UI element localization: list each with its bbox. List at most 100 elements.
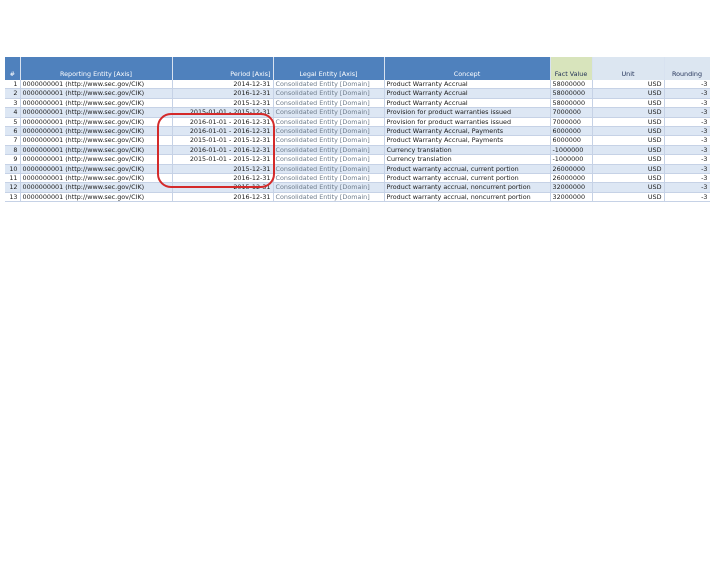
table-row[interactable]: 8 0000000001 (http://www.sec.gov/CIK) 2016… (5, 145, 710, 156)
unit-cell[interactable]: USD (592, 135, 665, 146)
fact-value-cell[interactable]: 7000000 (550, 107, 593, 118)
concept-cell[interactable]: Provision for product warranties issued (384, 117, 551, 128)
unit-cell[interactable]: USD (592, 182, 665, 193)
concept-cell[interactable]: Product Warranty Accrual, Payments (384, 126, 551, 137)
row-index-cell[interactable]: 3 (5, 98, 21, 109)
period-cell[interactable]: 2015-01-01 - 2015-12-31 (172, 135, 274, 146)
legal-entity-cell[interactable]: Consolidated Entity [Domain] (273, 126, 385, 137)
reporting-entity-cell[interactable]: 0000000001 (http://www.sec.gov/CIK) (20, 117, 173, 128)
row-index-cell[interactable]: 8 (5, 145, 21, 156)
unit-cell[interactable]: USD (592, 88, 665, 99)
rounding-cell[interactable]: -3 (664, 173, 710, 184)
col-header-reporting-entity[interactable]: Reporting Entity [Axis] (20, 57, 173, 80)
rounding-cell[interactable]: -3 (664, 80, 710, 90)
table-row[interactable]: 4 0000000001 (http://www.sec.gov/CIK) 2015… (5, 107, 710, 118)
reporting-entity-cell[interactable]: 0000000001 (http://www.sec.gov/CIK) (20, 154, 173, 165)
rounding-cell[interactable]: -3 (664, 145, 710, 156)
period-cell[interactable]: 2016-12-31 (172, 173, 274, 184)
period-cell[interactable]: 2015-12-31 (172, 164, 274, 175)
table-row[interactable]: 3 0000000001 (http://www.sec.gov/CIK) 2015… (5, 98, 710, 109)
reporting-entity-cell[interactable]: 0000000001 (http://www.sec.gov/CIK) (20, 145, 173, 156)
legal-entity-cell[interactable]: Consolidated Entity [Domain] (273, 117, 385, 128)
fact-value-cell[interactable]: 58000000 (550, 80, 593, 90)
reporting-entity-cell[interactable]: 0000000001 (http://www.sec.gov/CIK) (20, 164, 173, 175)
unit-cell[interactable]: USD (592, 173, 665, 184)
col-header-fact-value[interactable]: Fact Value (550, 57, 593, 80)
row-index-cell[interactable]: 9 (5, 154, 21, 165)
table-row[interactable]: 1 0000000001 (http://www.sec.gov/CIK) 2014… (5, 80, 710, 90)
row-index-cell[interactable]: 12 (5, 182, 21, 193)
row-index-cell[interactable]: 11 (5, 173, 21, 184)
legal-entity-cell[interactable]: Consolidated Entity [Domain] (273, 135, 385, 146)
legal-entity-cell[interactable]: Consolidated Entity [Domain] (273, 154, 385, 165)
legal-entity-cell[interactable]: Consolidated Entity [Domain] (273, 173, 385, 184)
fact-value-cell[interactable]: 58000000 (550, 88, 593, 99)
table-row[interactable]: 13 0000000001 (http://www.sec.gov/CIK) 201… (5, 192, 710, 203)
fact-value-cell[interactable]: 26000000 (550, 164, 593, 175)
col-header-unit[interactable]: Unit (592, 57, 665, 80)
table-row[interactable]: 10 0000000001 (http://www.sec.gov/CIK) 201… (5, 164, 710, 175)
fact-value-cell[interactable]: 32000000 (550, 182, 593, 193)
col-header-concept[interactable]: Concept (384, 57, 551, 80)
reporting-entity-cell[interactable]: 0000000001 (http://www.sec.gov/CIK) (20, 192, 173, 203)
reporting-entity-cell[interactable]: 0000000001 (http://www.sec.gov/CIK) (20, 182, 173, 193)
rounding-cell[interactable]: -3 (664, 135, 710, 146)
legal-entity-cell[interactable]: Consolidated Entity [Domain] (273, 88, 385, 99)
reporting-entity-cell[interactable]: 0000000001 (http://www.sec.gov/CIK) (20, 80, 173, 90)
table-row[interactable]: 7 0000000001 (http://www.sec.gov/CIK) 2015… (5, 135, 710, 146)
table-row[interactable]: 2 0000000001 (http://www.sec.gov/CIK) 2016… (5, 88, 710, 99)
concept-cell[interactable]: Product warranty accrual, current portio… (384, 173, 551, 184)
fact-value-cell[interactable]: 7000000 (550, 117, 593, 128)
legal-entity-cell[interactable]: Consolidated Entity [Domain] (273, 182, 385, 193)
rounding-cell[interactable]: -3 (664, 107, 710, 118)
legal-entity-cell[interactable]: Consolidated Entity [Domain] (273, 192, 385, 203)
rounding-cell[interactable]: -3 (664, 192, 710, 203)
rounding-cell[interactable]: -3 (664, 164, 710, 175)
fact-value-cell[interactable]: 32000000 (550, 192, 593, 203)
fact-value-cell[interactable]: -1000000 (550, 145, 593, 156)
period-cell[interactable]: 2016-01-01 - 2016-12-31 (172, 117, 274, 128)
concept-cell[interactable]: Product Warranty Accrual (384, 88, 551, 99)
rounding-cell[interactable]: -3 (664, 98, 710, 109)
row-index-cell[interactable]: 13 (5, 192, 21, 203)
concept-cell[interactable]: Product Warranty Accrual, Payments (384, 135, 551, 146)
fact-value-cell[interactable]: 6000000 (550, 126, 593, 137)
fact-value-cell[interactable]: 26000000 (550, 173, 593, 184)
unit-cell[interactable]: USD (592, 107, 665, 118)
unit-cell[interactable]: USD (592, 154, 665, 165)
table-row[interactable]: 6 0000000001 (http://www.sec.gov/CIK) 2016… (5, 126, 710, 137)
period-cell[interactable]: 2015-01-01 - 2015-12-31 (172, 154, 274, 165)
row-index-cell[interactable]: 5 (5, 117, 21, 128)
legal-entity-cell[interactable]: Consolidated Entity [Domain] (273, 107, 385, 118)
col-header-period[interactable]: Period [Axis] (172, 57, 274, 80)
table-row[interactable]: 9 0000000001 (http://www.sec.gov/CIK) 2015… (5, 154, 710, 165)
concept-cell[interactable]: Product Warranty Accrual (384, 98, 551, 109)
reporting-entity-cell[interactable]: 0000000001 (http://www.sec.gov/CIK) (20, 88, 173, 99)
period-cell[interactable]: 2016-01-01 - 2016-12-31 (172, 145, 274, 156)
row-index-cell[interactable]: 2 (5, 88, 21, 99)
rounding-cell[interactable]: -3 (664, 182, 710, 193)
unit-cell[interactable]: USD (592, 117, 665, 128)
concept-cell[interactable]: Provision for product warranties issued (384, 107, 551, 118)
col-header-rounding[interactable]: Rounding (664, 57, 710, 80)
rounding-cell[interactable]: -3 (664, 88, 710, 99)
table-row[interactable]: 11 0000000001 (http://www.sec.gov/CIK) 201… (5, 173, 710, 184)
fact-value-cell[interactable]: 58000000 (550, 98, 593, 109)
row-index-cell[interactable]: 7 (5, 135, 21, 146)
reporting-entity-cell[interactable]: 0000000001 (http://www.sec.gov/CIK) (20, 98, 173, 109)
row-index-cell[interactable]: 10 (5, 164, 21, 175)
reporting-entity-cell[interactable]: 0000000001 (http://www.sec.gov/CIK) (20, 173, 173, 184)
rounding-cell[interactable]: -3 (664, 117, 710, 128)
legal-entity-cell[interactable]: Consolidated Entity [Domain] (273, 80, 385, 90)
period-cell[interactable]: 2015-12-31 (172, 182, 274, 193)
period-cell[interactable]: 2014-12-31 (172, 80, 274, 90)
concept-cell[interactable]: Currency translation (384, 145, 551, 156)
concept-cell[interactable]: Product warranty accrual, noncurrent por… (384, 192, 551, 203)
unit-cell[interactable]: USD (592, 126, 665, 137)
concept-cell[interactable]: Product warranty accrual, current portio… (384, 164, 551, 175)
rounding-cell[interactable]: -3 (664, 154, 710, 165)
row-index-cell[interactable]: 1 (5, 80, 21, 90)
unit-cell[interactable]: USD (592, 164, 665, 175)
unit-cell[interactable]: USD (592, 192, 665, 203)
period-cell[interactable]: 2016-01-01 - 2016-12-31 (172, 126, 274, 137)
